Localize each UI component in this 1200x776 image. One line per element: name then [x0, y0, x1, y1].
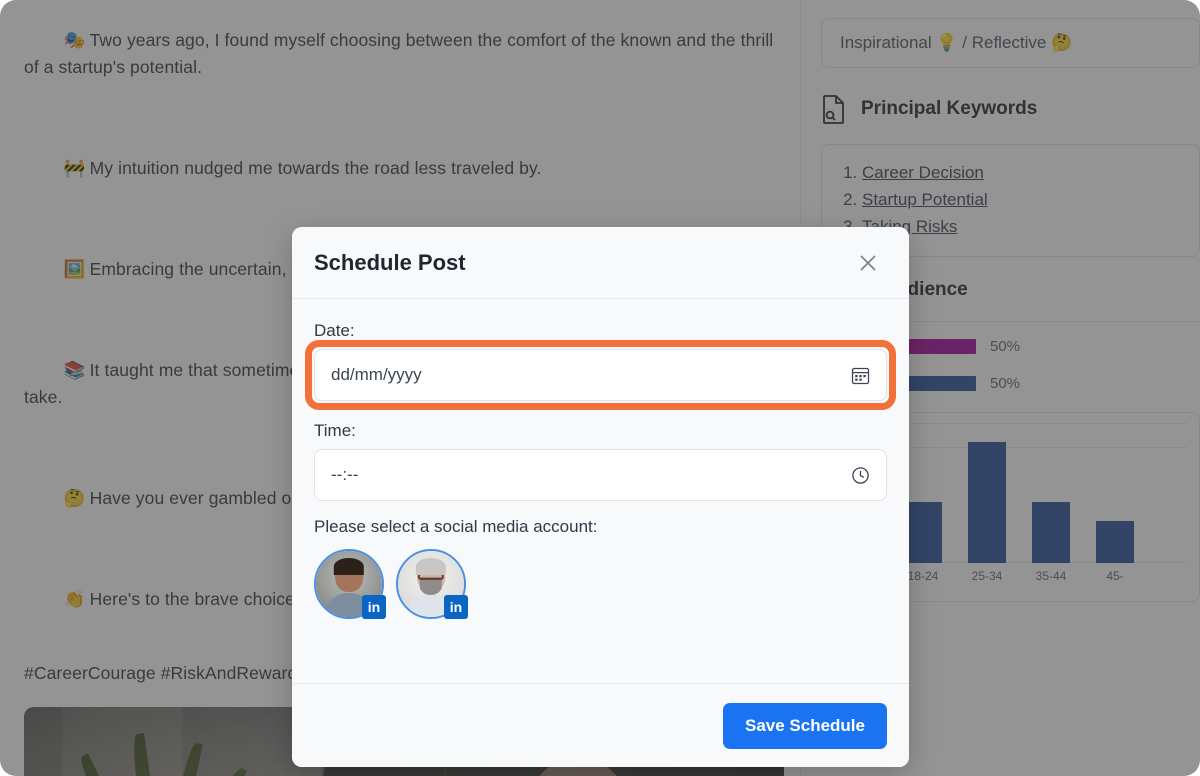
avatar[interactable]: in: [396, 549, 468, 619]
date-field-wrapper: dd/mm/yyyy: [305, 340, 896, 410]
time-label: Time:: [314, 421, 356, 440]
avatar-hair: [415, 557, 447, 575]
date-input-placeholder: dd/mm/yyyy: [331, 365, 422, 384]
accounts-row: in in: [314, 549, 887, 619]
calendar-icon[interactable]: [851, 366, 870, 385]
modal-title: Schedule Post: [314, 249, 466, 275]
close-icon[interactable]: [853, 248, 883, 278]
date-label: Date:: [314, 321, 355, 340]
time-field-wrapper: --:--: [314, 449, 887, 501]
modal-footer: Save Schedule: [292, 683, 909, 767]
linkedin-badge-icon: in: [362, 595, 386, 619]
modal-header: Schedule Post: [292, 227, 909, 299]
save-schedule-button[interactable]: Save Schedule: [722, 702, 887, 749]
time-input-placeholder: --:--: [331, 465, 359, 484]
clock-icon[interactable]: [851, 466, 870, 485]
avatar[interactable]: in: [314, 549, 386, 619]
avatar-hair: [333, 557, 365, 575]
date-input[interactable]: dd/mm/yyyy: [314, 349, 887, 401]
time-input[interactable]: --:--: [314, 449, 887, 501]
linkedin-badge-icon: in: [444, 595, 468, 619]
modal-body: Date: dd/mm/yyyy Time: --:-- Please sele…: [292, 299, 909, 683]
accounts-label: Please select a social media account:: [314, 517, 598, 536]
schedule-post-modal: Schedule Post Date: dd/mm/yyyy Time: --:…: [292, 227, 909, 767]
app-root: 🎭Two years ago, I found myself choosing …: [0, 0, 1200, 776]
